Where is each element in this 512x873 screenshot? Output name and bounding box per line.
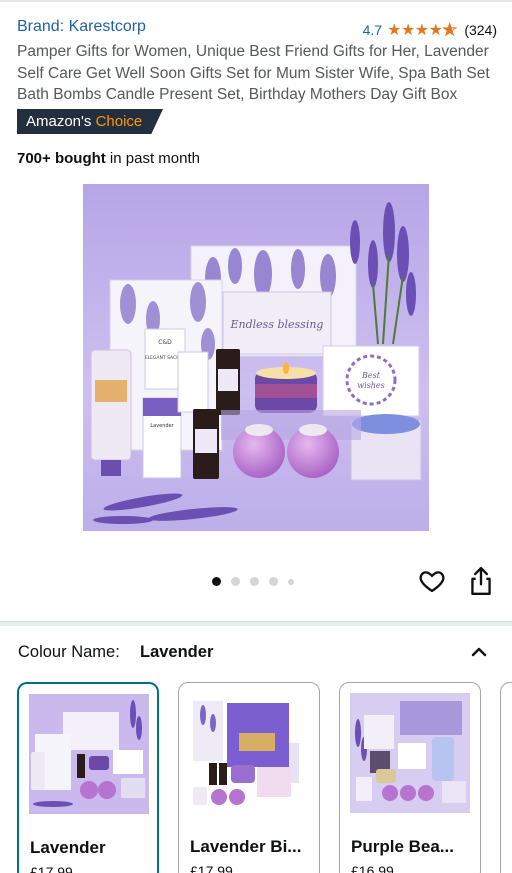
colour-variant-lavender-birthday[interactable]: Lavender Bi... £17.99 <box>178 682 320 873</box>
image-lavender-text: Lavender <box>150 423 174 429</box>
colour-variant-purple-beauty[interactable]: Purple Bea... £16.99 <box>339 682 481 873</box>
image-box-text: C&D <box>158 339 172 346</box>
heart-icon[interactable] <box>418 567 446 595</box>
star-rating-icon: ★★★★ ★ ★ <box>387 22 457 40</box>
image-pagination[interactable] <box>212 577 294 586</box>
pagination-dot[interactable] <box>269 577 278 586</box>
chevron-up-icon[interactable] <box>470 643 488 661</box>
variant-name: Purple Bea... <box>351 837 454 856</box>
variant-thumbnail <box>350 693 470 813</box>
pagination-dot[interactable] <box>250 577 259 586</box>
variant-name: Lavender <box>30 838 106 857</box>
badge-highlight: Choice <box>95 113 143 130</box>
bought-in-past-month: 700+ bought in past month <box>17 150 200 167</box>
brand-rating-row: Brand: Karestcorp 4.7 ★★★★ ★ ★ (324) <box>17 18 497 40</box>
image-card2-text-a: Best <box>361 371 381 380</box>
brand-link[interactable]: Brand: Karestcorp <box>17 18 146 36</box>
bought-suffix: in past month <box>105 150 200 167</box>
product-main-image[interactable]: Endless blessing C&D ELEGANT SACHET Lave… <box>83 184 429 531</box>
colour-value: Lavender <box>140 643 214 661</box>
rating-count: (324) <box>464 22 497 38</box>
rating-value: 4.7 <box>362 22 383 38</box>
colour-variant-lavender[interactable]: Lavender £17.99 <box>17 682 159 873</box>
pagination-dot[interactable] <box>231 577 240 586</box>
colour-selector-header[interactable]: Colour Name: Lavender <box>18 641 494 665</box>
pagination-dot[interactable] <box>288 578 294 585</box>
colour-variant-next[interactable] <box>500 682 512 873</box>
variant-price: £16.99 <box>351 863 394 873</box>
share-icon[interactable] <box>468 566 494 596</box>
badge-prefix: Amazon's <box>26 113 96 130</box>
section-divider <box>0 621 512 626</box>
rating-summary[interactable]: 4.7 ★★★★ ★ ★ (324) <box>363 20 497 40</box>
bought-count: 700+ bought <box>17 150 106 167</box>
image-card2-text-b: wishes <box>357 381 385 390</box>
product-title: Pamper Gifts for Women, Unique Best Frie… <box>17 43 490 103</box>
image-card-text: Endless blessing <box>230 318 324 331</box>
amazons-choice-badge[interactable]: Amazon's Choice <box>17 109 163 134</box>
variant-name: Lavender Bi... <box>190 837 302 856</box>
pagination-dot[interactable] <box>212 577 221 586</box>
variant-price: £17.99 <box>30 864 73 873</box>
top-divider <box>0 0 512 2</box>
colour-label: Colour Name: <box>18 643 120 661</box>
variant-thumbnail <box>29 694 149 814</box>
variant-thumbnail <box>189 693 309 813</box>
gift-set-illustration: Endless blessing C&D ELEGANT SACHET Lave… <box>83 184 429 531</box>
variant-price: £17.99 <box>190 863 233 873</box>
